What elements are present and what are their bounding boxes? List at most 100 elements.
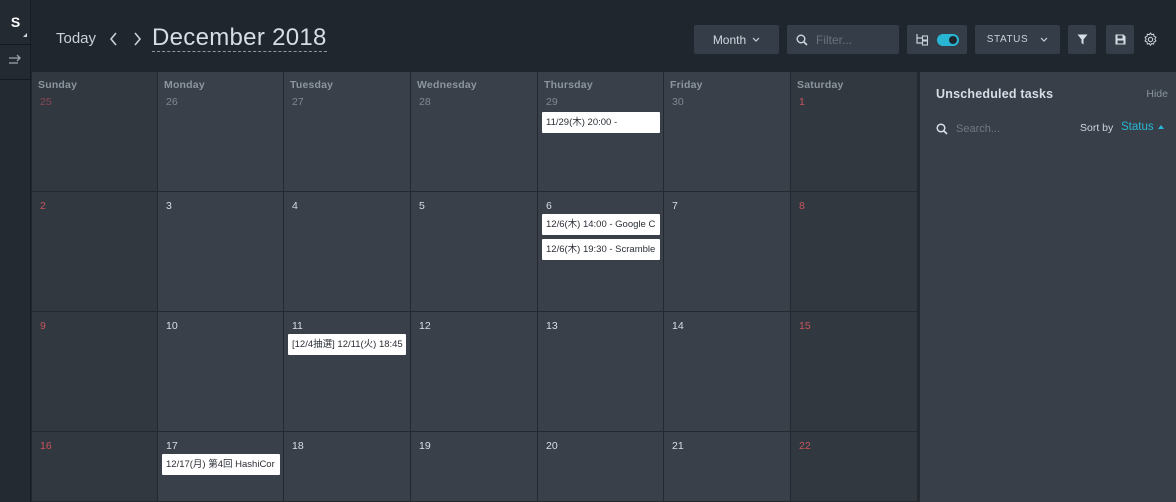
- sort-by-value: Status: [1121, 121, 1154, 133]
- day-cell[interactable]: 8: [791, 192, 918, 312]
- calendar-event[interactable]: 12/6(木) 14:00 - Google C: [542, 214, 660, 235]
- calendar-event[interactable]: 12/6(木) 19:30 - Scramble: [542, 239, 660, 260]
- day-cell[interactable]: 5: [411, 192, 538, 312]
- task-search-input[interactable]: [956, 123, 1056, 135]
- view-select-value: Month: [712, 32, 747, 47]
- day-number: 27: [292, 96, 304, 108]
- day-number: 8: [799, 200, 805, 212]
- next-month-button[interactable]: [130, 30, 144, 48]
- search-icon: [936, 123, 948, 135]
- filter-box: [787, 25, 899, 54]
- day-number: 30: [672, 96, 684, 108]
- hierarchy-toggle-button[interactable]: [907, 25, 967, 54]
- day-cell[interactable]: 18: [284, 432, 411, 502]
- day-cell[interactable]: 16: [32, 432, 158, 502]
- day-number: 26: [166, 96, 178, 108]
- weekday-header: Monday: [164, 79, 205, 91]
- day-cell[interactable]: 12: [411, 312, 538, 432]
- view-select[interactable]: Month: [694, 25, 779, 54]
- day-number: 22: [799, 440, 811, 452]
- day-cell[interactable]: Thursday 29 11/29(木) 20:00 -: [538, 72, 664, 192]
- chevron-right-icon: [133, 32, 141, 46]
- day-number: 17: [166, 440, 178, 452]
- day-cell[interactable]: 17 12/17(月) 第4回 HashiCor: [158, 432, 284, 502]
- workspace-button[interactable]: S: [0, 0, 31, 44]
- hide-panel-link[interactable]: Hide: [1146, 88, 1168, 100]
- sort-by-select[interactable]: Status: [1121, 121, 1164, 133]
- day-number: 9: [40, 320, 46, 332]
- day-cell[interactable]: 13: [538, 312, 664, 432]
- month-title[interactable]: December 2018: [152, 24, 327, 52]
- day-cell[interactable]: Tuesday 27: [284, 72, 411, 192]
- funnel-icon: [1077, 34, 1087, 45]
- sort-arrows-icon: [8, 53, 23, 71]
- funnel-filter-button[interactable]: [1068, 25, 1096, 54]
- chevron-left-icon: [109, 32, 117, 46]
- day-number: 12: [419, 320, 431, 332]
- calendar-event[interactable]: [12/4抽選] 12/11(火) 18:45: [288, 334, 406, 355]
- save-button[interactable]: [1106, 25, 1134, 54]
- day-number: 16: [40, 440, 52, 452]
- today-button[interactable]: Today: [56, 30, 96, 47]
- day-cell[interactable]: 14: [664, 312, 791, 432]
- rail-divider: [0, 79, 31, 80]
- chevron-down-icon: [1040, 37, 1048, 42]
- status-select[interactable]: STATUS: [975, 25, 1060, 54]
- weekday-header: Friday: [670, 79, 703, 91]
- day-cell[interactable]: 19: [411, 432, 538, 502]
- day-number: 15: [799, 320, 811, 332]
- left-rail: S: [0, 0, 31, 502]
- weekday-header: Tuesday: [290, 79, 334, 91]
- calendar-event[interactable]: 11/29(木) 20:00 -: [542, 112, 660, 133]
- hierarchy-toggle-switch[interactable]: [937, 33, 959, 46]
- weekday-header: Wednesday: [417, 79, 477, 91]
- weekday-header: Sunday: [38, 79, 78, 91]
- day-number: 13: [546, 320, 558, 332]
- calendar-event[interactable]: 12/17(月) 第4回 HashiCor: [162, 454, 280, 475]
- day-number: 19: [419, 440, 431, 452]
- weekday-header: Saturday: [797, 79, 844, 91]
- day-cell[interactable]: 20: [538, 432, 664, 502]
- day-cell[interactable]: 2: [32, 192, 158, 312]
- previous-month-button[interactable]: [106, 30, 120, 48]
- day-cell[interactable]: 7: [664, 192, 791, 312]
- sort-ascending-icon: [1157, 125, 1164, 129]
- day-cell[interactable]: 6 12/6(木) 14:00 - Google C 12/6(木) 19:30 -…: [538, 192, 664, 312]
- day-number: 28: [419, 96, 431, 108]
- day-number: 6: [546, 200, 552, 212]
- panel-title: Unscheduled tasks: [936, 87, 1054, 101]
- chevron-down-icon: [752, 37, 760, 42]
- day-number: 3: [166, 200, 172, 212]
- day-cell[interactable]: Monday 26: [158, 72, 284, 192]
- day-cell[interactable]: 11 [12/4抽選] 12/11(火) 18:45: [284, 312, 411, 432]
- filter-input[interactable]: [816, 32, 894, 47]
- day-cell[interactable]: 22: [791, 432, 918, 502]
- day-cell[interactable]: 10: [158, 312, 284, 432]
- day-cell[interactable]: Sunday 25: [32, 72, 158, 192]
- month-calendar-grid: Sunday 25 Monday 26 Tuesday 27 Wednesday 28 Thur…: [32, 72, 918, 502]
- day-cell[interactable]: 9: [32, 312, 158, 432]
- day-number: 14: [672, 320, 684, 332]
- unscheduled-tasks-panel: Unscheduled tasks Hide Sort by Status: [918, 72, 1176, 502]
- day-cell[interactable]: 21: [664, 432, 791, 502]
- day-number: 4: [292, 200, 298, 212]
- calendar-header: Today December 2018 Month STATUS: [32, 0, 1176, 72]
- day-cell[interactable]: 4: [284, 192, 411, 312]
- day-number: 18: [292, 440, 304, 452]
- day-number: 20: [546, 440, 558, 452]
- day-number: 10: [166, 320, 178, 332]
- day-cell[interactable]: 3: [158, 192, 284, 312]
- day-cell[interactable]: Saturday 1: [791, 72, 918, 192]
- settings-button[interactable]: [1140, 29, 1160, 49]
- day-cell[interactable]: Friday 30: [664, 72, 791, 192]
- day-cell[interactable]: 15: [791, 312, 918, 432]
- rail-sort-button[interactable]: [0, 48, 31, 76]
- status-select-label: STATUS: [986, 34, 1029, 45]
- day-number: 5: [419, 200, 425, 212]
- day-number: 7: [672, 200, 678, 212]
- day-number: 11: [292, 320, 303, 332]
- day-cell[interactable]: Wednesday 28: [411, 72, 538, 192]
- weekday-header: Thursday: [544, 79, 593, 91]
- workspace-initial: S: [10, 14, 21, 30]
- panel-search: [936, 119, 1066, 139]
